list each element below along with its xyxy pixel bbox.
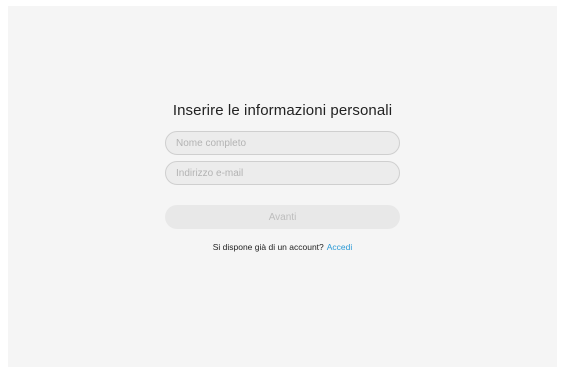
next-button[interactable]: Avanti bbox=[165, 205, 400, 229]
signup-screen: Inserire le informazioni personali Avant… bbox=[8, 6, 557, 367]
email-field[interactable] bbox=[165, 161, 400, 185]
form-title: Inserire le informazioni personali bbox=[172, 102, 393, 119]
personal-info-form: Inserire le informazioni personali Avant… bbox=[8, 102, 557, 252]
full-name-field[interactable] bbox=[165, 131, 400, 155]
login-link[interactable]: Accedi bbox=[327, 242, 353, 252]
account-prompt-text: Si dispone già di un account? bbox=[212, 242, 324, 252]
account-prompt: Si dispone già di un account? Accedi bbox=[213, 242, 353, 252]
